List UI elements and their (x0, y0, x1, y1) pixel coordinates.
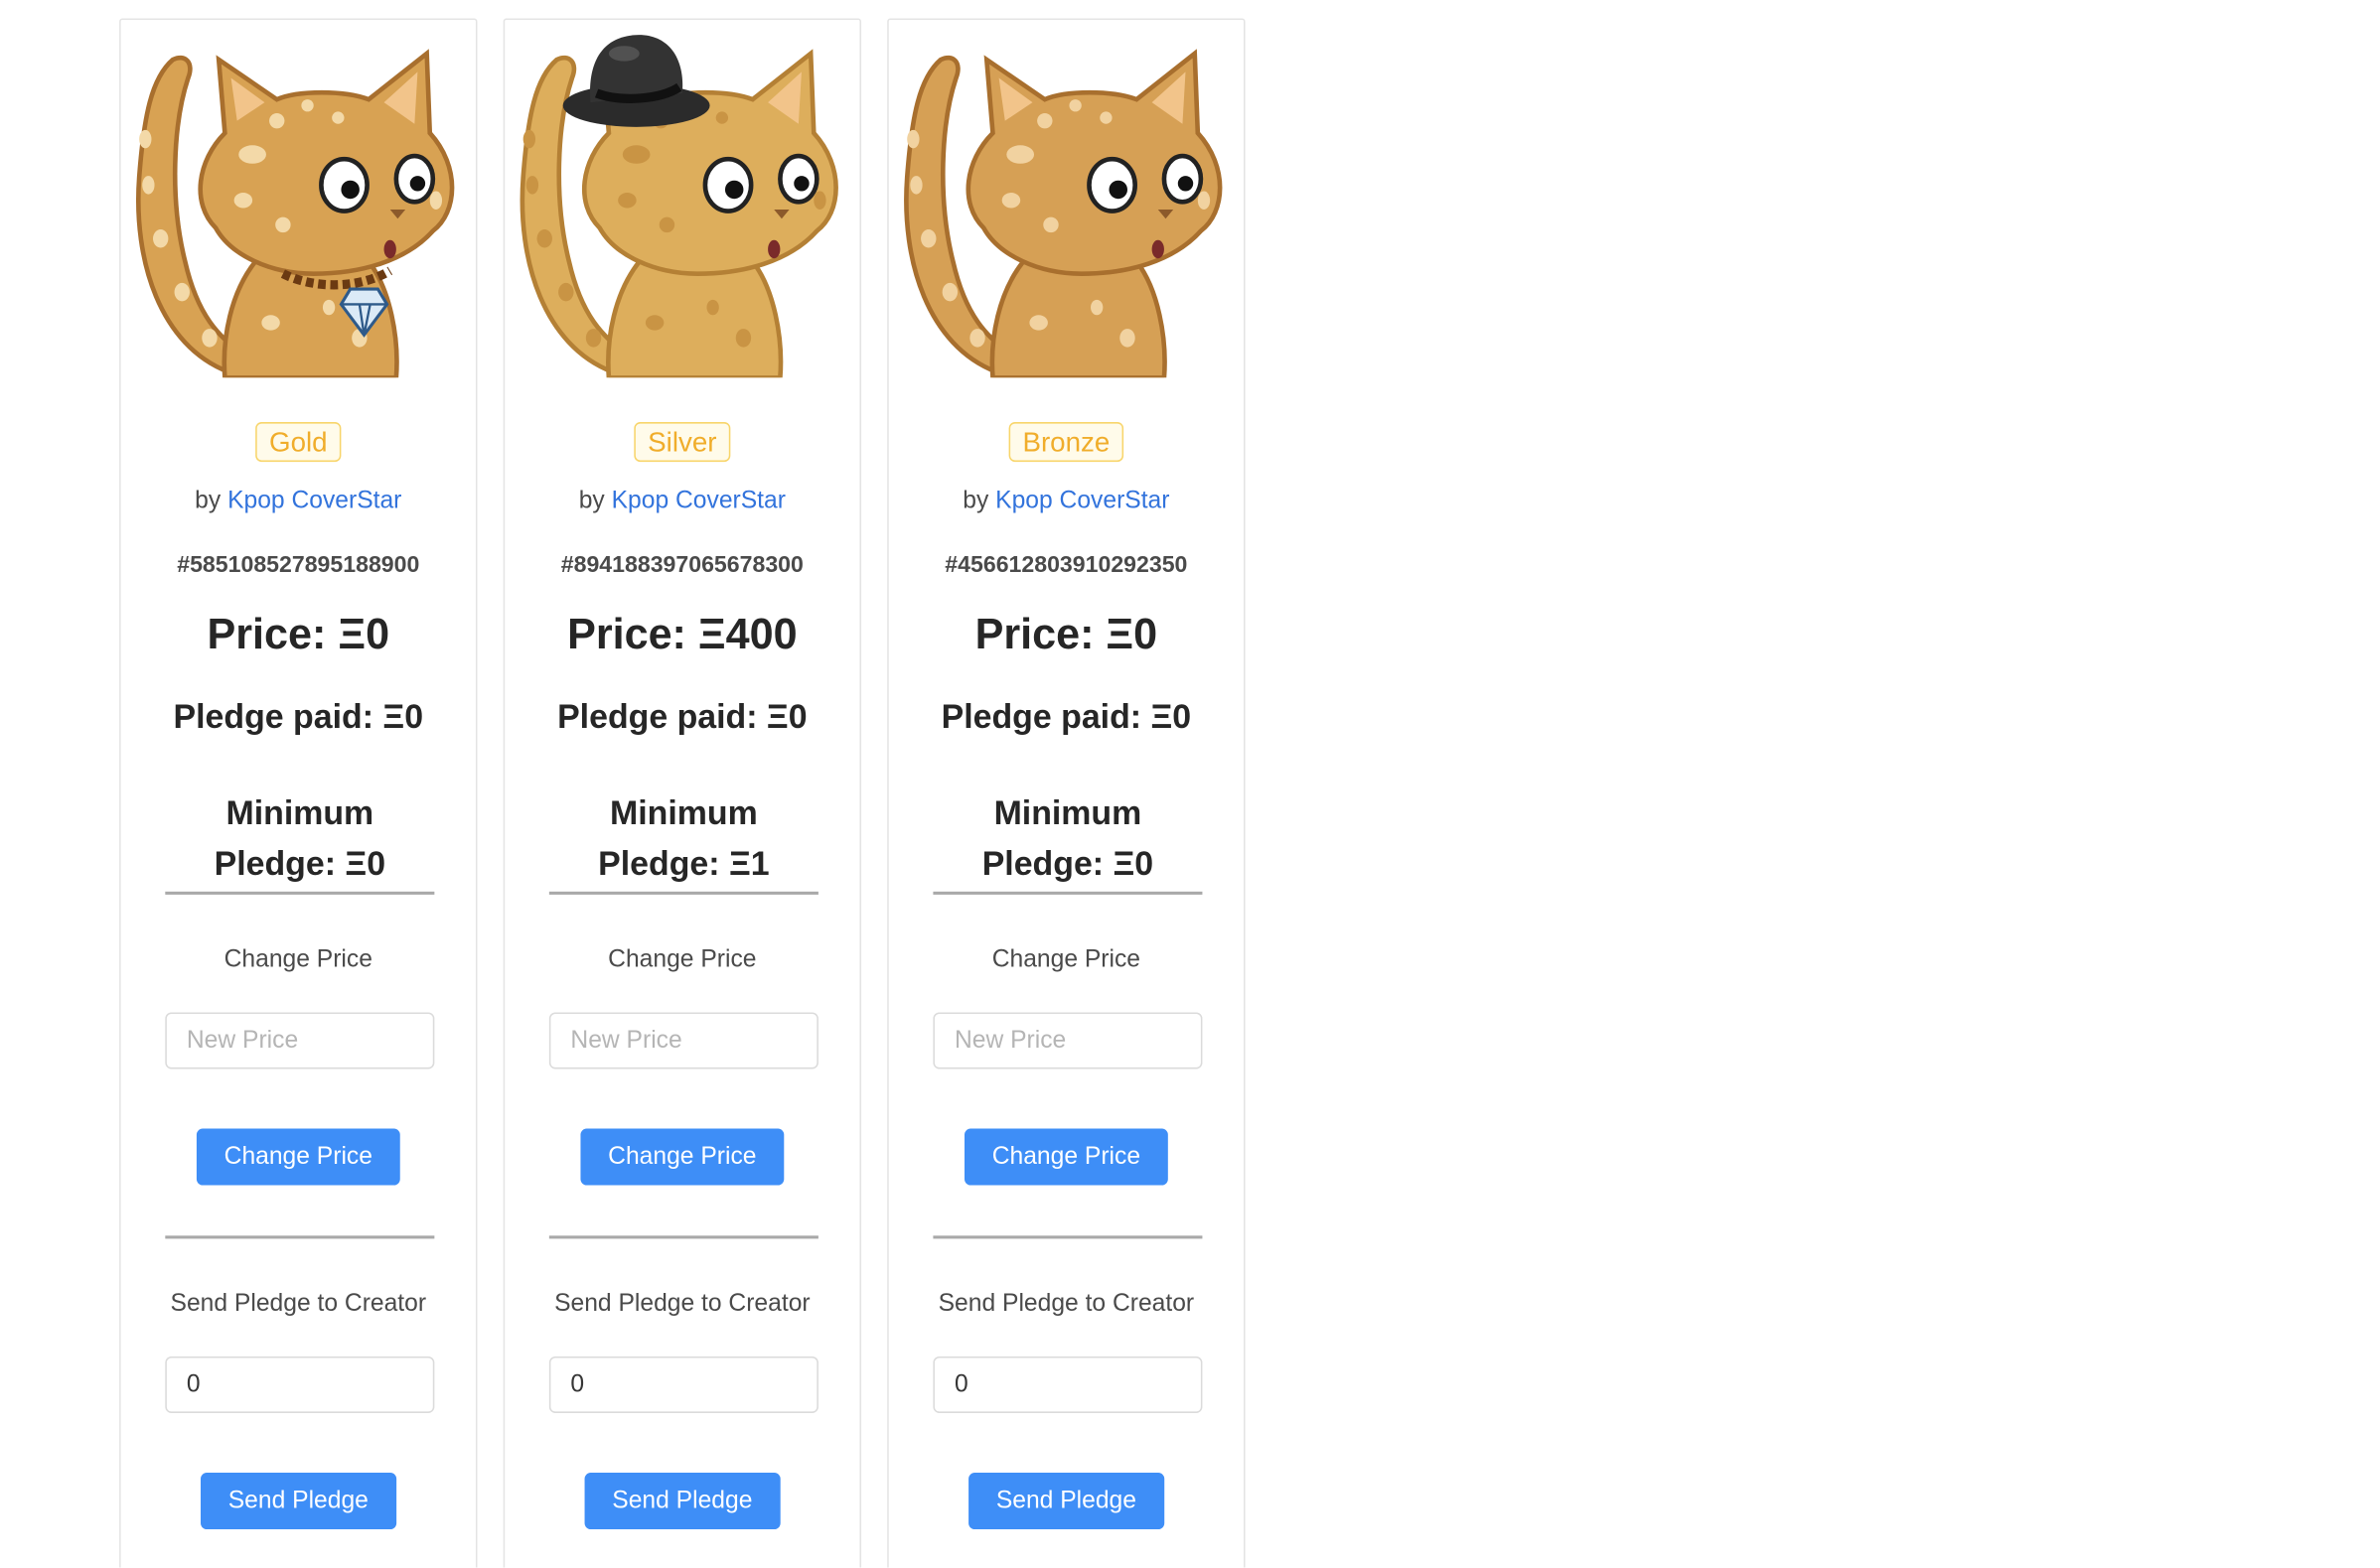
price-heading: Price: Ξ400 (567, 610, 798, 658)
cat-body (989, 259, 1167, 378)
cat-mouth (383, 239, 396, 259)
cat-mouth (1151, 239, 1164, 259)
divider (165, 891, 435, 895)
send-pledge-button[interactable]: Send Pledge (968, 1473, 1164, 1529)
kitty-image[interactable] (898, 32, 1238, 378)
divider (933, 891, 1203, 895)
kitty-card: Gold by Kpop CoverStar #5851085278951889… (119, 18, 478, 1568)
pledge-paid-heading: Pledge paid: Ξ0 (173, 697, 424, 736)
by-label: by (195, 488, 222, 514)
creator-link[interactable]: Kpop CoverStar (227, 488, 401, 513)
new-price-input[interactable] (165, 1012, 435, 1069)
divider (548, 1235, 818, 1239)
cat-illustration (520, 35, 838, 378)
change-price-label: Change Price (991, 946, 1141, 973)
new-price-input[interactable] (548, 1012, 818, 1069)
change-price-button[interactable]: Change Price (196, 1128, 400, 1186)
creator-line: by Kpop CoverStar (505, 488, 859, 515)
creator-line: by Kpop CoverStar (889, 488, 1244, 515)
pledge-paid-heading: Pledge paid: Ξ0 (941, 697, 1192, 736)
change-price-label: Change Price (608, 946, 757, 973)
change-price-label: Change Price (223, 946, 372, 973)
tier-badge: Silver (634, 422, 731, 463)
top-hat-icon (562, 35, 710, 127)
pledge-amount-input[interactable] (933, 1355, 1203, 1413)
minimum-pledge-heading: Minimum Pledge: Ξ0 (214, 793, 386, 883)
creator-line: by Kpop CoverStar (121, 488, 476, 515)
by-label: by (963, 488, 989, 514)
minimum-pledge-heading: Minimum Pledge: Ξ1 (598, 793, 770, 883)
send-pledge-button[interactable]: Send Pledge (201, 1473, 396, 1529)
send-pledge-label: Send Pledge to Creator (554, 1290, 811, 1317)
token-id: #585108527895188900 (177, 551, 420, 579)
token-id: #894188397065678300 (560, 551, 804, 579)
token-id: #456612803910292350 (945, 551, 1188, 579)
pledge-amount-input[interactable] (548, 1355, 818, 1413)
divider (165, 1235, 435, 1239)
change-price-button[interactable]: Change Price (965, 1128, 1168, 1186)
tier-badge: Bronze (1008, 422, 1124, 463)
pledge-paid-heading: Pledge paid: Ξ0 (557, 697, 808, 736)
divider (548, 891, 818, 895)
send-pledge-button[interactable]: Send Pledge (584, 1473, 781, 1529)
price-heading: Price: Ξ0 (974, 610, 1158, 658)
cat-mouth (768, 239, 781, 259)
kitty-card: Silver by Kpop CoverStar #89418839706567… (503, 18, 862, 1568)
kitty-card: Bronze by Kpop CoverStar #45661280391029… (887, 18, 1246, 1568)
divider (933, 1235, 1203, 1239)
page: Gold by Kpop CoverStar #5851085278951889… (0, 0, 2380, 1568)
by-label: by (578, 488, 605, 514)
kitty-image[interactable] (514, 32, 853, 378)
creator-link[interactable]: Kpop CoverStar (995, 488, 1169, 513)
cat-body (606, 259, 784, 378)
new-price-input[interactable] (933, 1012, 1203, 1069)
pledge-amount-input[interactable] (165, 1355, 435, 1413)
tier-badge: Gold (255, 422, 342, 463)
send-pledge-label: Send Pledge to Creator (170, 1290, 427, 1317)
price-heading: Price: Ξ0 (207, 610, 390, 658)
change-price-button[interactable]: Change Price (580, 1128, 785, 1186)
cat-illustration (904, 49, 1223, 378)
send-pledge-label: Send Pledge to Creator (938, 1290, 1195, 1317)
kitty-image[interactable] (130, 32, 470, 378)
minimum-pledge-heading: Minimum Pledge: Ξ0 (981, 793, 1154, 883)
cat-illustration (136, 49, 455, 378)
creator-link[interactable]: Kpop CoverStar (612, 488, 786, 513)
